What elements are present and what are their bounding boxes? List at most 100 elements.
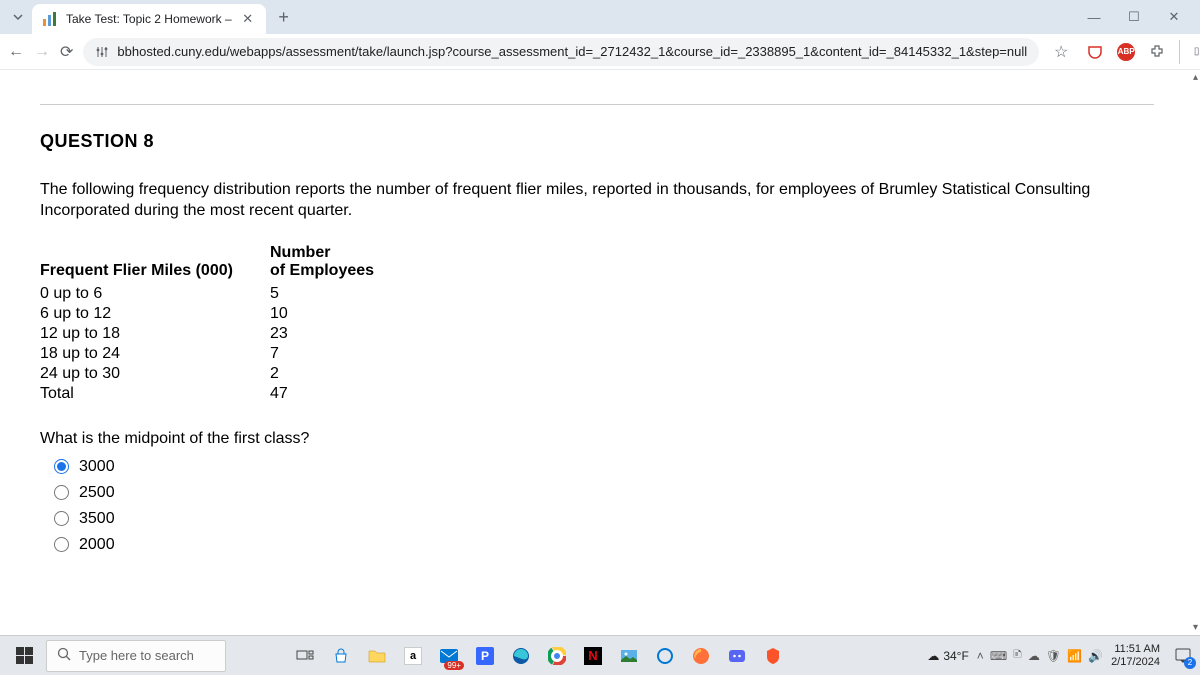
count-cell: 10 — [270, 304, 386, 324]
divider — [40, 104, 1154, 105]
cortana-icon[interactable] — [650, 640, 680, 672]
extensions-puzzle-icon[interactable] — [1145, 40, 1169, 64]
answer-option[interactable]: 2500 — [54, 484, 1154, 502]
count-cell: 47 — [270, 384, 386, 404]
count-cell: 2 — [270, 364, 386, 384]
security-icon[interactable]: 🛡 — [1046, 649, 1061, 663]
forward-icon[interactable]: → — [34, 40, 50, 64]
scroll-down-icon[interactable]: ▾ — [1193, 622, 1198, 633]
table-header-left: Frequent Flier Miles (000) — [40, 244, 270, 284]
minimize-icon[interactable]: — — [1080, 3, 1108, 31]
system-tray[interactable]: ˄ ⌨ 🗈 ☁ 🛡 📶 🔊 — [977, 645, 1103, 666]
tab-favicon-icon — [42, 11, 58, 27]
option-label: 3500 — [79, 510, 115, 528]
table-row: 12 up to 1823 — [40, 324, 386, 344]
radio-input[interactable] — [54, 485, 69, 500]
taskbar-clock[interactable]: 11:51 AM 2/17/2024 — [1111, 643, 1164, 668]
count-cell: 23 — [270, 324, 386, 344]
new-tab-button[interactable]: + — [270, 3, 298, 31]
table-row: 24 up to 302 — [40, 364, 386, 384]
notif-count: 2 — [1184, 657, 1196, 669]
netflix-icon[interactable]: N — [578, 640, 608, 672]
question-prompt: The following frequency distribution rep… — [40, 180, 1154, 222]
search-placeholder: Type here to search — [79, 648, 194, 663]
table-header-right: Numberof Employees — [270, 244, 386, 284]
abp-extension-icon[interactable]: ABP — [1117, 43, 1135, 61]
search-icon — [57, 647, 71, 664]
tray-chevron-icon[interactable]: ˄ — [977, 649, 984, 663]
keyboard-icon[interactable]: ⌨ — [990, 649, 1007, 663]
onedrive-icon[interactable]: ☁ — [1028, 649, 1040, 663]
back-icon[interactable]: ← — [8, 40, 24, 64]
browser-address-bar: ← → ⟳ bbhosted.cuny.edu/webapps/assessme… — [0, 34, 1200, 70]
mail-icon[interactable]: 99+ — [434, 640, 464, 672]
answer-option[interactable]: 3000 — [54, 458, 1154, 476]
url-text: bbhosted.cuny.edu/webapps/assessment/tak… — [117, 44, 1027, 59]
chrome-icon[interactable] — [542, 640, 572, 672]
weather-widget[interactable]: ☁ 34°F — [927, 649, 968, 663]
window-controls: — ☐ ✕ — [1080, 3, 1196, 31]
range-cell: 18 up to 24 — [40, 344, 270, 364]
table-row: 6 up to 1210 — [40, 304, 386, 324]
url-input[interactable]: bbhosted.cuny.edu/webapps/assessment/tak… — [83, 38, 1039, 66]
battery-icon[interactable]: 🗈 — [1013, 645, 1022, 666]
bookmark-star-icon[interactable]: ☆ — [1049, 40, 1073, 64]
option-label: 2000 — [79, 536, 115, 554]
edge-icon[interactable] — [506, 640, 536, 672]
tab-title: Take Test: Topic 2 Homework – — [66, 12, 232, 26]
site-settings-icon[interactable] — [95, 45, 109, 59]
amazon-icon[interactable]: a — [398, 640, 428, 672]
start-button[interactable] — [6, 640, 42, 672]
range-cell: 12 up to 18 — [40, 324, 270, 344]
taskbar-search[interactable]: Type here to search — [46, 640, 226, 672]
pandora-icon[interactable]: P — [470, 640, 500, 672]
count-cell: 7 — [270, 344, 386, 364]
option-label: 3000 — [79, 458, 115, 476]
windows-taskbar: Type here to search a 99+ P N ☁ 34°F ˄ ⌨… — [0, 635, 1200, 675]
scroll-up-icon[interactable]: ▴ — [1193, 72, 1198, 83]
answer-option[interactable]: 2000 — [54, 536, 1154, 554]
option-label: 2500 — [79, 484, 115, 502]
range-cell: 0 up to 6 — [40, 284, 270, 304]
browser-titlebar: Take Test: Topic 2 Homework – ✕ + — ☐ ✕ — [0, 0, 1200, 34]
answer-options: 3000 2500 3500 2000 — [40, 458, 1154, 554]
table-row: 18 up to 247 — [40, 344, 386, 364]
browser-tab-active[interactable]: Take Test: Topic 2 Homework – ✕ — [32, 4, 266, 34]
reload-icon[interactable]: ⟳ — [60, 40, 73, 64]
count-cell: 5 — [270, 284, 386, 304]
file-explorer-icon[interactable] — [362, 640, 392, 672]
table-row: 0 up to 65 — [40, 284, 386, 304]
close-window-icon[interactable]: ✕ — [1160, 3, 1188, 31]
tab-list-dropdown[interactable] — [4, 3, 32, 31]
pocket-icon[interactable] — [1083, 40, 1107, 64]
table-row: Total47 — [40, 384, 386, 404]
clock-time: 11:51 AM — [1111, 643, 1160, 656]
range-cell: Total — [40, 384, 270, 404]
task-view-icon[interactable] — [290, 640, 320, 672]
frequency-table: Frequent Flier Miles (000) Numberof Empl… — [40, 244, 386, 404]
radio-input[interactable] — [54, 537, 69, 552]
radio-input[interactable] — [54, 511, 69, 526]
temperature-value: 34°F — [943, 649, 968, 663]
devices-icon[interactable]: ▯ — [1179, 40, 1200, 64]
clock-date: 2/17/2024 — [1111, 656, 1160, 669]
discord-icon[interactable] — [722, 640, 752, 672]
app-store-icon[interactable] — [326, 640, 356, 672]
taskbar-decoration — [234, 640, 284, 672]
subquestion-text: What is the midpoint of the first class? — [40, 430, 1154, 448]
firefox-icon[interactable] — [686, 640, 716, 672]
volume-icon[interactable]: 🔊 — [1088, 649, 1103, 663]
range-cell: 6 up to 12 — [40, 304, 270, 324]
brave-icon[interactable] — [758, 640, 788, 672]
question-heading: QUESTION 8 — [40, 131, 1154, 152]
action-center-icon[interactable]: 2 — [1172, 645, 1194, 667]
cloud-icon: ☁ — [927, 649, 939, 663]
maximize-icon[interactable]: ☐ — [1120, 3, 1148, 31]
wifi-icon[interactable]: 📶 — [1067, 649, 1082, 663]
range-cell: 24 up to 30 — [40, 364, 270, 384]
photos-icon[interactable] — [614, 640, 644, 672]
close-tab-icon[interactable]: ✕ — [240, 11, 256, 27]
page-viewport: QUESTION 8 The following frequency distr… — [0, 70, 1184, 635]
answer-option[interactable]: 3500 — [54, 510, 1154, 528]
radio-input[interactable] — [54, 459, 69, 474]
